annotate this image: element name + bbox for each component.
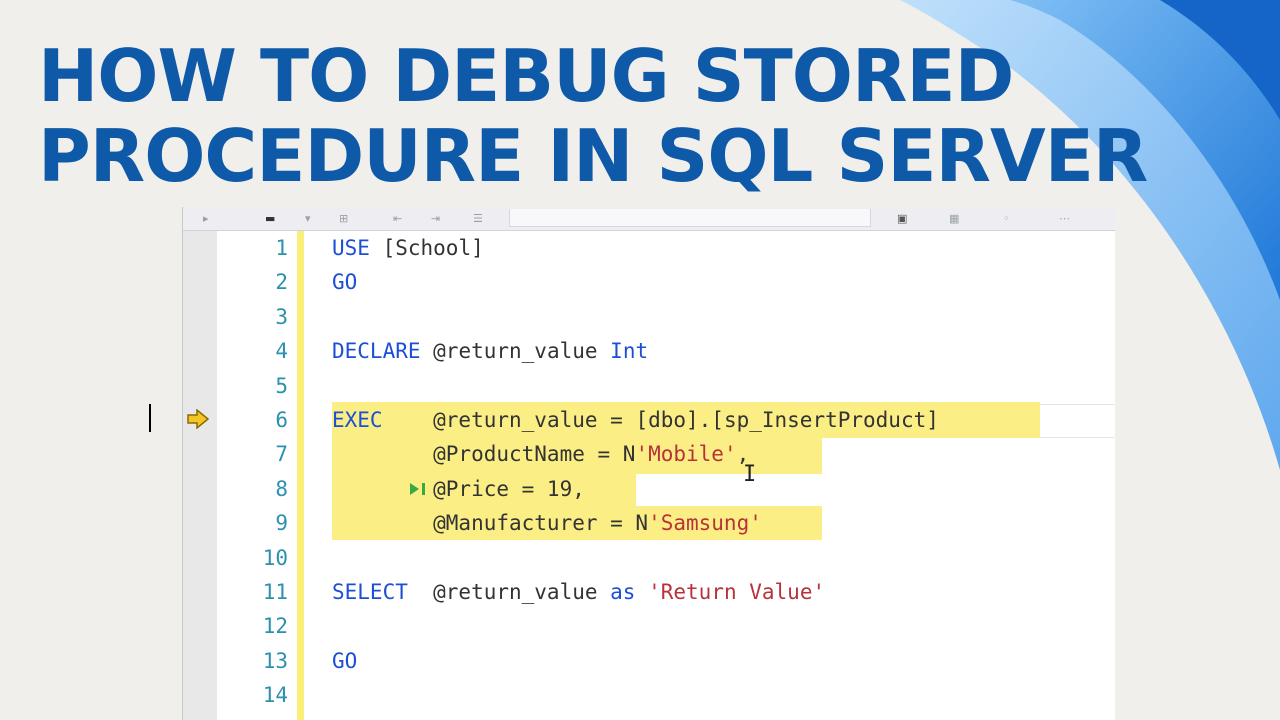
sql-identifier: @return_value (420, 339, 611, 364)
line-number: 4 (275, 339, 288, 364)
code-text: GO (332, 268, 357, 296)
sql-identifier: @Manufacturer = N (332, 511, 649, 536)
code-line[interactable]: 4 DECLARE @return_value Int (182, 334, 1114, 368)
sql-keyword: GO (332, 270, 358, 295)
code-text: USE [School] (332, 234, 484, 262)
toolbar-icon[interactable]: ◦ (1003, 212, 1010, 225)
sql-keyword: EXEC (332, 408, 383, 432)
code-line[interactable]: 11 SELECT @return_value as 'Return Value' (182, 575, 1114, 609)
toolbar-combo[interactable] (509, 209, 871, 227)
line-number: 12 (262, 614, 288, 639)
code-line[interactable]: 12 (182, 609, 1114, 643)
code-line[interactable]: 14 (182, 678, 1114, 712)
sql-identifier: @ProductName = N (332, 442, 636, 467)
toolbar-icon[interactable]: ⊞ (339, 212, 348, 225)
line-number: 6 (275, 408, 288, 432)
sql-keyword: USE (332, 236, 370, 260)
code-line[interactable]: 5 (182, 369, 1114, 403)
line-number: 7 (275, 442, 288, 467)
sql-string: 'Return Value' (648, 580, 826, 604)
title-line-2: PROCEDURE IN SQL SERVER (38, 114, 1148, 198)
code-line[interactable]: 2 GO (182, 265, 1114, 299)
line-number: 1 (275, 236, 288, 260)
code-text: @Manufacturer = N'Samsung' (332, 509, 762, 537)
code-text: GO (332, 647, 357, 675)
line-number: 9 (275, 511, 288, 536)
code-text: @Price = 19, (332, 475, 585, 503)
line-number: 10 (262, 545, 288, 570)
outdent-icon[interactable]: ⇥ (431, 212, 440, 225)
sql-keyword: GO (332, 648, 358, 673)
code-line[interactable]: 8 @Price = 19, (182, 472, 1114, 506)
sql-string: 'Mobile' (635, 442, 737, 467)
sql-identifier (635, 580, 648, 604)
code-text: @ProductName = N'Mobile', (332, 440, 749, 468)
line-number: 13 (262, 648, 288, 673)
run-to-cursor-icon[interactable] (408, 481, 430, 497)
code-line[interactable]: 6 EXEC @return_value = [dbo].[sp_InsertPr… (182, 403, 1114, 437)
yellow-arrow-icon (187, 409, 210, 429)
editor-toolbar: ▸ ▬ ▾ ⊞ ⇤ ⇥ ☰ ▣ ▦ ◦ ⋯ (183, 207, 1115, 231)
comment-icon[interactable]: ☰ (473, 212, 483, 225)
toolbar-icon[interactable]: ⋯ (1059, 212, 1070, 225)
line-number: 2 (275, 270, 288, 295)
sql-keyword: DECLARE (332, 339, 421, 364)
code-text: EXEC @return_value = [dbo].[sp_InsertPro… (332, 406, 939, 434)
indent-icon[interactable]: ⇤ (393, 212, 402, 225)
toolbar-icon[interactable]: ▬ (265, 212, 275, 225)
code-line[interactable]: 7 @ProductName = N'Mobile', (182, 437, 1114, 471)
code-text: SELECT @return_value as 'Return Value' (332, 578, 825, 606)
code-line[interactable]: 10 (182, 541, 1114, 575)
line-number: 14 (262, 683, 288, 708)
line-number: 8 (275, 476, 288, 501)
sql-keyword: as (610, 580, 636, 604)
title-line-1: HOW TO DEBUG STORED (38, 34, 1014, 118)
text-ibeam-icon: I (743, 462, 757, 487)
toolbar-icon[interactable]: ▸ (203, 212, 209, 225)
code-line[interactable]: 13 GO (182, 644, 1114, 678)
code-line[interactable]: 1 USE [School] (182, 231, 1114, 265)
sql-string: 'Samsung' (648, 511, 762, 536)
chevron-down-icon[interactable]: ▾ (305, 212, 311, 225)
line-number: 11 (262, 580, 288, 604)
window-icon[interactable]: ▣ (897, 212, 907, 225)
line-number: 3 (275, 304, 288, 329)
grid-icon[interactable]: ▦ (949, 212, 959, 225)
code-line[interactable]: 9 @Manufacturer = N'Samsung' (182, 506, 1114, 540)
code-text: DECLARE @return_value Int (332, 337, 648, 365)
video-title: HOW TO DEBUG STORED PROCEDURE IN SQL SER… (38, 34, 1148, 198)
text-caret (149, 404, 151, 432)
sql-keyword: SELECT (332, 580, 408, 604)
sql-identifier: @return_value (407, 580, 611, 604)
line-number: 5 (275, 373, 288, 398)
sql-keyword: Int (610, 339, 649, 364)
sql-identifier: @Price = 19, (332, 476, 585, 501)
sql-identifier: @return_value = [dbo].[sp_InsertProduct] (382, 408, 939, 432)
code-line[interactable]: 3 (182, 300, 1114, 334)
sql-identifier: [School] (369, 236, 484, 260)
